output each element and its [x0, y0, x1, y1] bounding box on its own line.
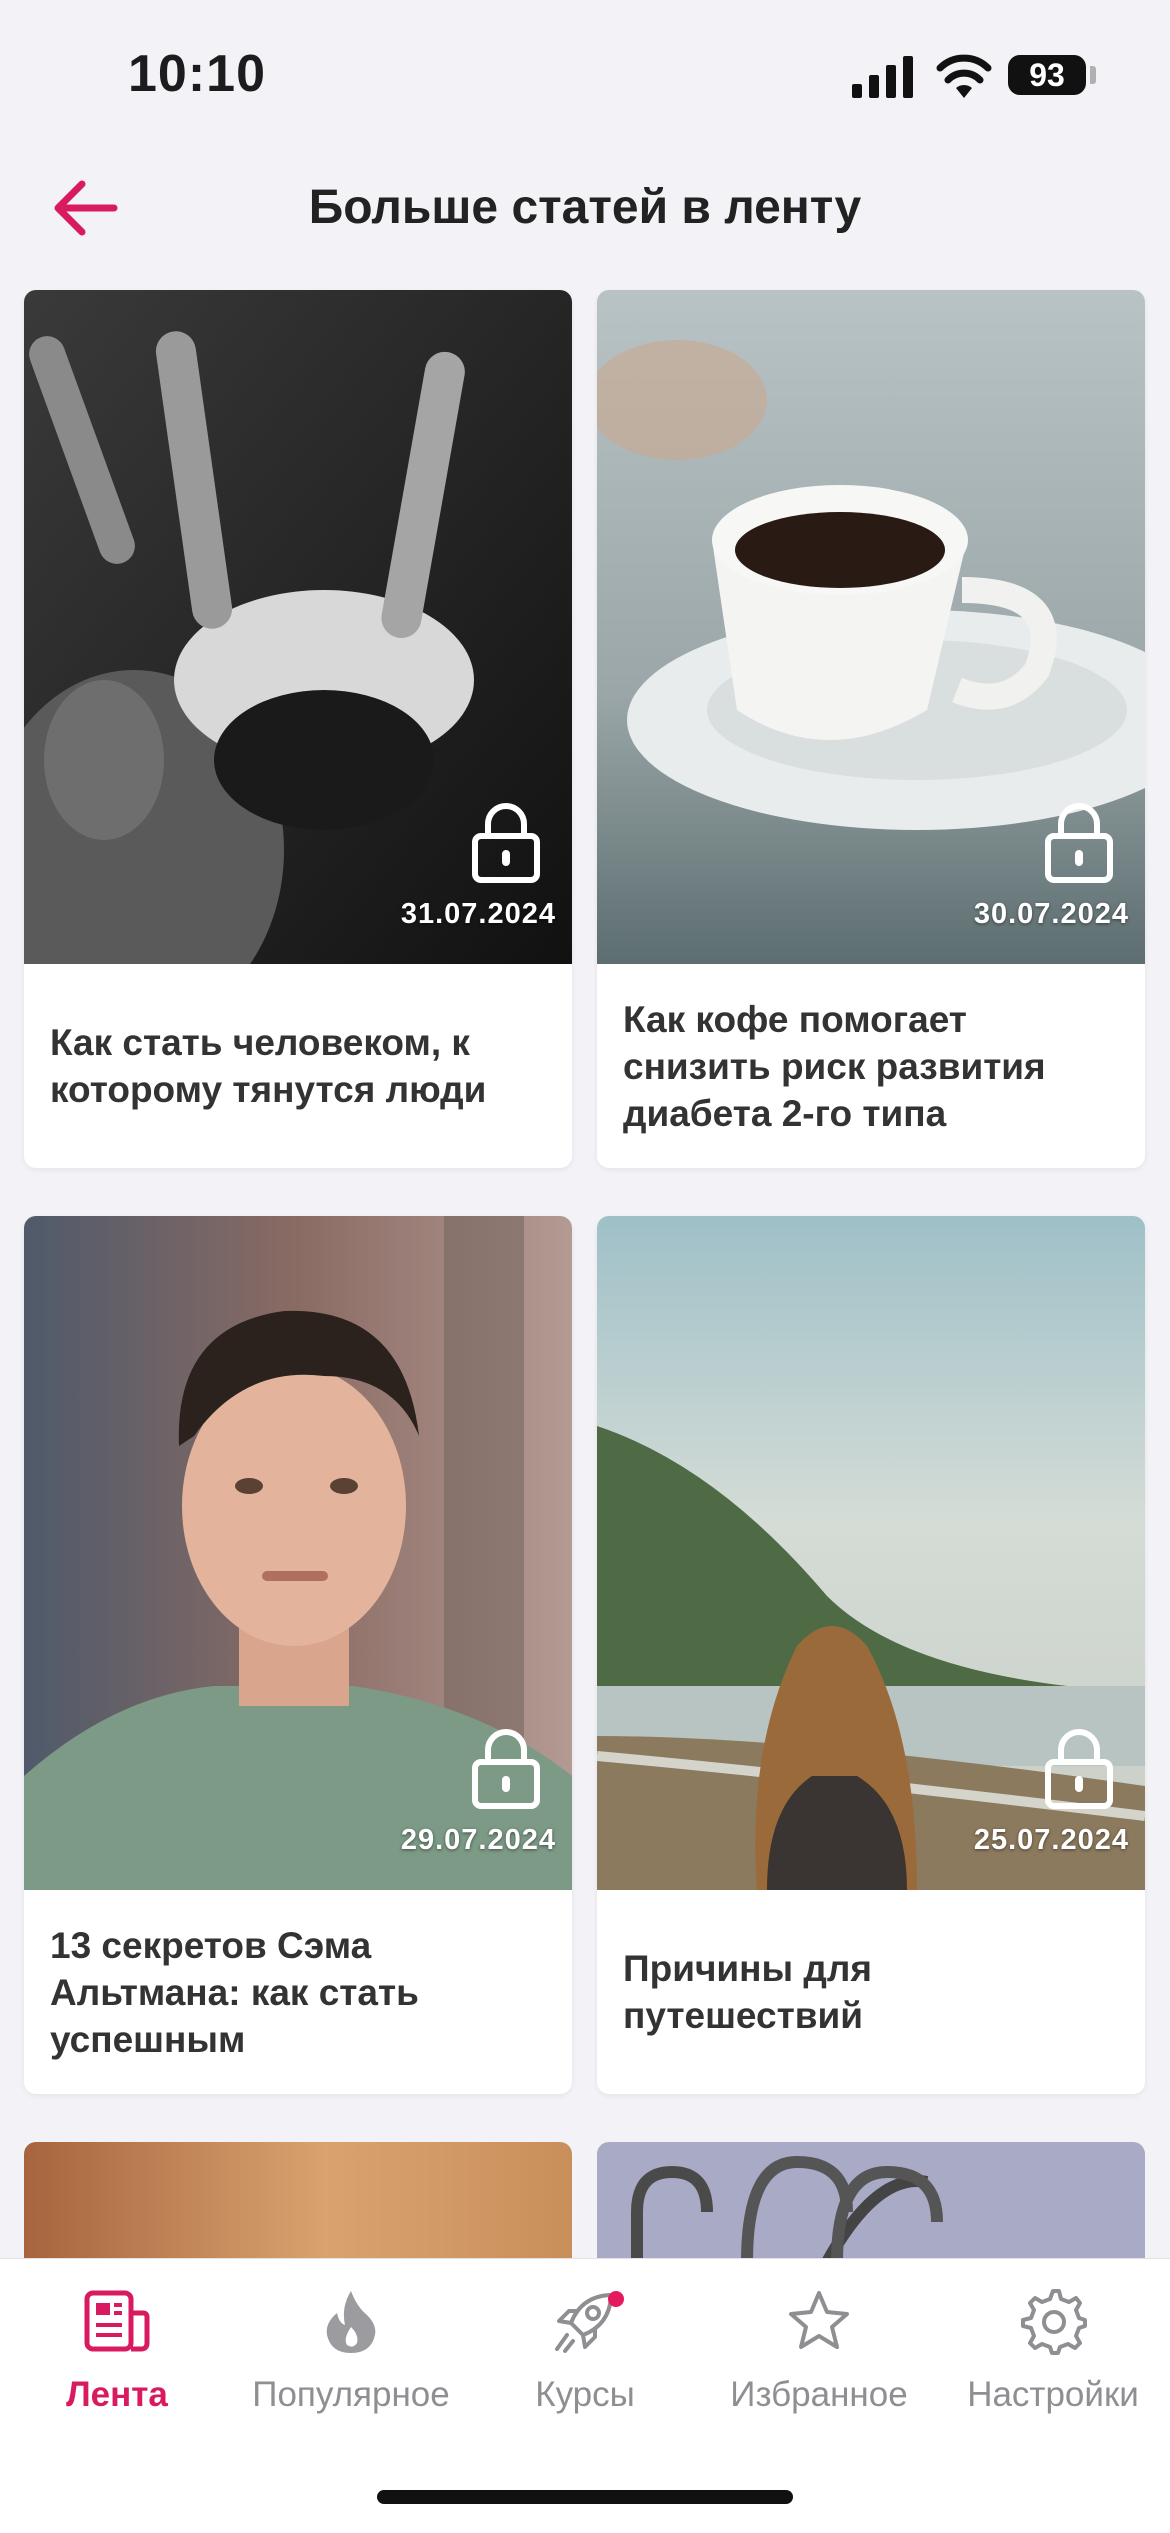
home-indicator	[377, 2490, 793, 2504]
lock-icon	[472, 803, 540, 883]
tab-feed[interactable]: Лента	[0, 2287, 234, 2427]
article-date: 25.07.2024	[973, 1824, 1129, 1856]
article-caption: Как стать человеком, к которому тянутся …	[24, 964, 572, 1168]
tab-favorites[interactable]: Избранное	[702, 2287, 936, 2427]
tab-popular[interactable]: Популярное	[234, 2287, 468, 2427]
notification-dot	[608, 2291, 624, 2307]
battery-icon: 93	[1008, 55, 1086, 95]
article-card[interactable]: 29.07.2024 13 секретов Сэма Альтмана: ка…	[24, 1216, 572, 2094]
article-card-peek[interactable]	[24, 2142, 572, 2262]
battery-cap	[1090, 66, 1096, 84]
article-title: Как стать человеком, к которому тянутся …	[50, 1022, 487, 1110]
flame-icon	[326, 2291, 376, 2353]
tab-label: Популярное	[252, 2375, 450, 2414]
article-card[interactable]: 31.07.2024 Как стать человеком, к которо…	[24, 290, 572, 1168]
tab-label: Настройки	[967, 2375, 1139, 2414]
article-card[interactable]: 25.07.2024 Причины для путешествий	[597, 1216, 1145, 2094]
article-image: 30.07.2024	[597, 290, 1145, 964]
question-marks-image	[631, 2155, 943, 2262]
tab-label: Избранное	[730, 2375, 908, 2414]
article-card[interactable]: 30.07.2024 Как кофе помогает снизить рис…	[597, 290, 1145, 1168]
gear-icon	[1021, 2289, 1087, 2355]
star-icon	[789, 2291, 849, 2349]
signal-icon	[852, 56, 913, 98]
article-caption: Как кофе помогает снизить риск развития …	[597, 964, 1145, 1168]
article-image: 31.07.2024	[24, 290, 572, 964]
status-bar: 10:10 93	[0, 0, 1170, 150]
tab-settings[interactable]: Настройки	[936, 2287, 1170, 2427]
tab-label: Лента	[66, 2375, 168, 2414]
article-title: 13 секретов Сэма Альтмана: как стать усп…	[50, 1924, 419, 2060]
feed-icon	[84, 2290, 150, 2352]
article-date: 29.07.2024	[400, 1824, 556, 1856]
nav-header: Больше статей в ленту	[0, 150, 1170, 270]
article-card-peek[interactable]	[597, 2142, 1145, 2262]
wifi-icon	[936, 54, 992, 98]
article-caption: 13 секретов Сэма Альтмана: как стать усп…	[24, 1890, 572, 2094]
lock-icon	[1045, 1729, 1113, 1809]
tab-label: Курсы	[535, 2375, 635, 2414]
article-caption: Причины для путешествий	[597, 1890, 1145, 2094]
article-date: 31.07.2024	[400, 898, 556, 930]
status-time: 10:10	[128, 45, 266, 103]
article-image: 25.07.2024	[597, 1216, 1145, 1890]
article-image: 29.07.2024	[24, 1216, 572, 1890]
tab-courses[interactable]: Курсы	[468, 2287, 702, 2427]
lock-icon	[1045, 803, 1113, 883]
article-date: 30.07.2024	[973, 898, 1129, 930]
article-title: Причины для путешествий	[623, 1948, 872, 2036]
page-title: Больше статей в ленту	[308, 181, 862, 234]
article-title: Как кофе помогает снизить риск развития …	[623, 998, 1046, 1134]
lock-icon	[472, 1729, 540, 1809]
